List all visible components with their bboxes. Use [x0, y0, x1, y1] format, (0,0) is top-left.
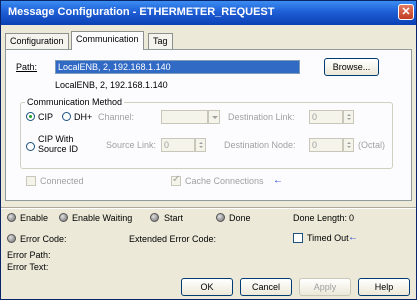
close-icon[interactable]: ✕ — [398, 4, 414, 20]
cip-label: CIP — [38, 112, 54, 122]
destination-node-input[interactable]: 0 — [309, 138, 343, 152]
timed-out-checkbox — [293, 233, 303, 243]
window-title: Message Configuration - ETHERMETER_REQUE… — [8, 6, 275, 18]
enable-indicator-icon — [7, 213, 16, 222]
resolved-path: LocalENB, 2, 192.168.1.140 — [55, 80, 168, 90]
path-input[interactable]: LocalENB, 2, 192.168.1.140 — [55, 60, 300, 74]
done-length-value: 0 — [349, 213, 355, 223]
message-configuration-dialog: Message Configuration - ETHERMETER_REQUE… — [0, 0, 417, 300]
communication-method-group: Communication Method CIP DH+ Channel: De… — [20, 97, 393, 169]
connected-label: Connected — [40, 176, 84, 186]
destination-link-spin[interactable] — [343, 110, 354, 124]
apply-button[interactable]: Apply — [299, 278, 351, 296]
error-code-indicator-icon — [7, 234, 16, 243]
start-label: Start — [164, 213, 184, 223]
error-path-label: Error Path: — [7, 250, 51, 260]
title-bar[interactable]: Message Configuration - ETHERMETER_REQUE… — [1, 1, 416, 25]
enable-waiting-indicator-icon — [59, 213, 68, 222]
divider — [1, 207, 416, 209]
source-link-label: Source Link: — [106, 140, 157, 150]
done-length-label: Done Length: — [293, 213, 348, 223]
cancel-button[interactable]: Cancel — [240, 278, 292, 296]
path-label: Path: — [16, 62, 38, 72]
cache-connections-label: Cache Connections — [185, 176, 264, 186]
error-text-label: Error Text: — [7, 262, 49, 272]
error-code-label: Error Code: — [20, 234, 67, 244]
octal-label: (Octal) — [358, 140, 385, 150]
dhplus-radio[interactable] — [62, 112, 71, 121]
cip-source-id-label-1: CIP With — [38, 134, 74, 144]
done-label: Done — [229, 213, 251, 223]
extended-error-code-label: Extended Error Code: — [129, 234, 217, 244]
arrow-left-icon-2: ← — [348, 232, 358, 243]
tab-configuration[interactable]: Configuration — [5, 33, 69, 49]
source-link-spin[interactable] — [195, 138, 206, 152]
start-indicator-icon — [150, 213, 159, 222]
destination-link-input[interactable]: 0 — [309, 110, 343, 124]
cip-radio[interactable] — [26, 112, 35, 121]
destination-node-label: Destination Node: — [224, 140, 296, 150]
dhplus-label: DH+ — [74, 112, 93, 122]
communication-panel: Path: LocalENB, 2, 192.168.1.140 Browse.… — [5, 49, 412, 201]
connected-checkbox[interactable] — [26, 176, 36, 186]
channel-label: Channel: — [98, 112, 135, 122]
arrow-left-icon: ← — [273, 175, 283, 186]
communication-method-title: Communication Method — [25, 97, 125, 107]
source-link-input[interactable]: 0 — [161, 138, 195, 152]
enable-waiting-label: Enable Waiting — [72, 213, 133, 223]
help-button[interactable]: Help — [358, 278, 410, 296]
cip-source-id-label-2: Source ID — [38, 144, 79, 154]
channel-combo[interactable] — [161, 110, 208, 124]
destination-link-label: Destination Link: — [228, 112, 295, 122]
browse-button[interactable]: Browse... — [324, 58, 379, 76]
tab-communication[interactable]: Communication — [71, 31, 144, 50]
cache-connections-checkbox[interactable] — [171, 174, 181, 186]
chevron-down-icon[interactable] — [208, 110, 220, 124]
timed-out-label: Timed Out — [307, 233, 349, 243]
ok-button[interactable]: OK — [181, 278, 233, 296]
cip-source-id-radio[interactable] — [26, 142, 35, 151]
done-indicator-icon — [216, 213, 225, 222]
enable-label: Enable — [20, 213, 49, 223]
tab-tag[interactable]: Tag — [148, 33, 173, 49]
destination-node-spin[interactable] — [343, 138, 354, 152]
